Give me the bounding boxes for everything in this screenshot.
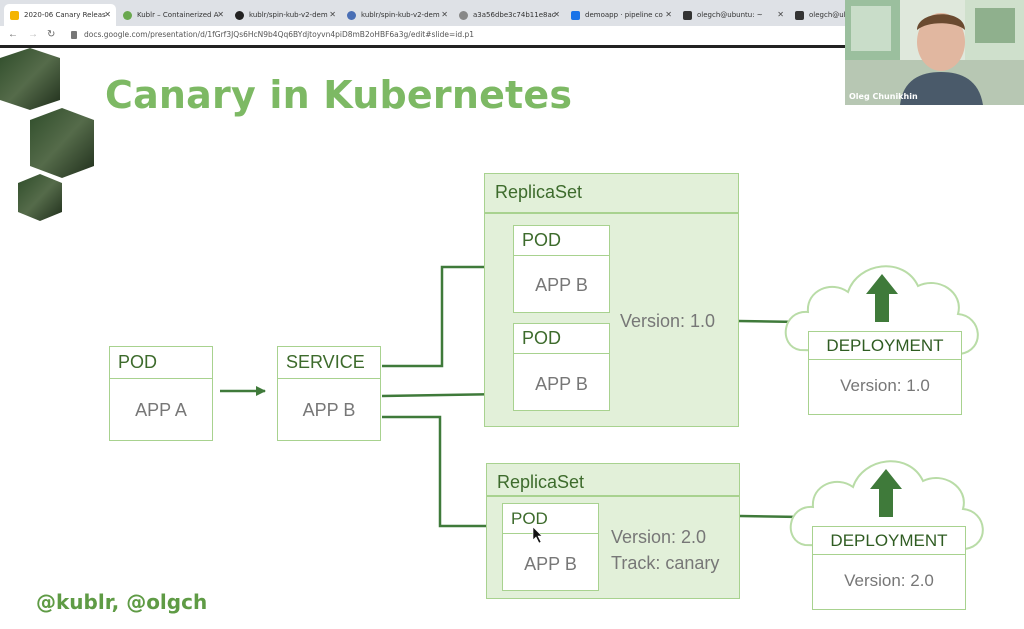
twitter-handles: @kublr, @olgch bbox=[36, 590, 208, 614]
webcam-name-label: Oleg Chunikhin bbox=[849, 92, 918, 101]
webcam-overlay: Oleg Chunikhin bbox=[845, 0, 1024, 105]
webcam-video-icon bbox=[845, 0, 1024, 105]
